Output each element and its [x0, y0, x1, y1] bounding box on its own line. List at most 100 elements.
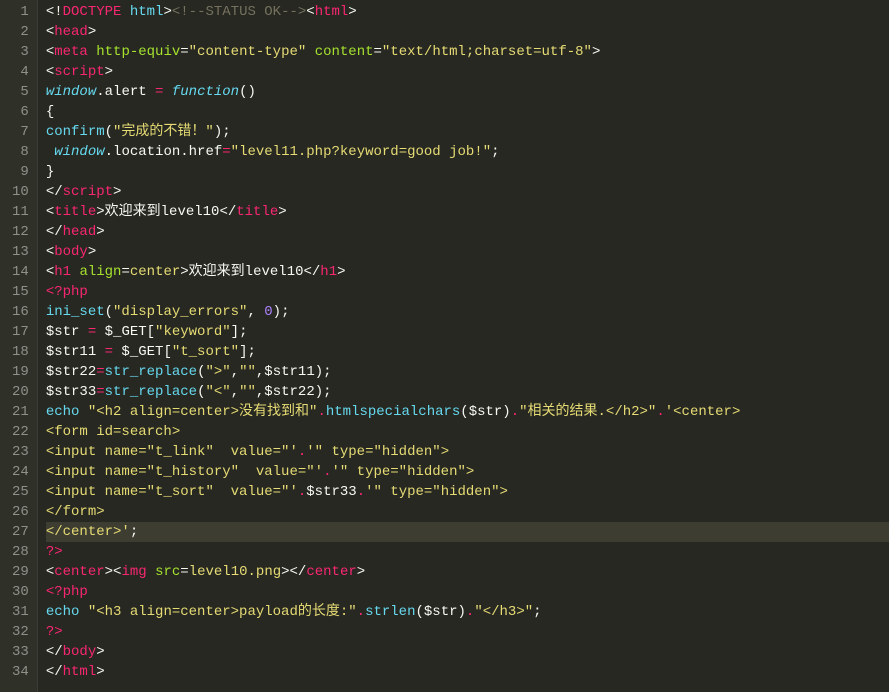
line-number-gutter: 1234567891011121314151617181920212223242…	[0, 0, 38, 692]
code-line[interactable]: ini_set("display_errors", 0);	[46, 302, 889, 322]
token: =	[96, 364, 104, 380]
token: '" type="hidden">	[306, 444, 449, 460]
token: ,	[231, 384, 239, 400]
code-line[interactable]: </script>	[46, 182, 889, 202]
token: <	[46, 204, 54, 220]
token: <!	[46, 4, 63, 20]
code-line[interactable]: </head>	[46, 222, 889, 242]
code-line[interactable]: <input name="t_history" value="'.'" type…	[46, 462, 889, 482]
token: confirm	[46, 124, 105, 140]
code-line[interactable]: $str = $_GET["keyword"];	[46, 322, 889, 342]
code-line[interactable]: $str33=str_replace("<","",$str22);	[46, 382, 889, 402]
token: strlen	[365, 604, 415, 620]
code-line[interactable]: <script>	[46, 62, 889, 82]
code-line[interactable]: confirm("完成的不错！");	[46, 122, 889, 142]
token: str_replace	[105, 364, 197, 380]
line-number: 7	[12, 122, 29, 142]
code-line[interactable]: window.alert = function()	[46, 82, 889, 102]
code-line[interactable]: <!DOCTYPE html><!--STATUS OK--><html>	[46, 2, 889, 22]
token	[147, 564, 155, 580]
token: str_replace	[105, 384, 197, 400]
token: center	[130, 264, 180, 280]
code-line[interactable]: </form>	[46, 502, 889, 522]
code-line[interactable]: <?php	[46, 282, 889, 302]
token: .	[317, 404, 325, 420]
code-line[interactable]: window.location.href="level11.php?keywor…	[46, 142, 889, 162]
token: meta	[54, 44, 88, 60]
line-number: 29	[12, 562, 29, 582]
code-line[interactable]: $str11 = $_GET["t_sort"];	[46, 342, 889, 362]
code-line[interactable]: <title>欢迎来到level10</title>	[46, 202, 889, 222]
code-line[interactable]: ?>	[46, 542, 889, 562]
token: >欢迎来到level10</	[96, 204, 236, 220]
code-line[interactable]: ?>	[46, 622, 889, 642]
line-number: 26	[12, 502, 29, 522]
line-number: 28	[12, 542, 29, 562]
code-line[interactable]: <meta http-equiv="content-type" content=…	[46, 42, 889, 62]
token: "相关的结果.</h2>"	[519, 404, 656, 420]
token: echo	[46, 604, 80, 620]
token: ()	[239, 84, 256, 100]
code-line[interactable]: <input name="t_sort" value="'.$str33.'" …	[46, 482, 889, 502]
code-line[interactable]: {	[46, 102, 889, 122]
line-number: 27	[12, 522, 29, 542]
token	[79, 604, 87, 620]
line-number: 15	[12, 282, 29, 302]
code-editor[interactable]: 1234567891011121314151617181920212223242…	[0, 0, 889, 692]
code-line[interactable]: <body>	[46, 242, 889, 262]
code-line[interactable]: echo "<h2 align=center>没有找到和".htmlspecia…	[46, 402, 889, 422]
token: =	[180, 44, 188, 60]
token: ,$str11);	[256, 364, 332, 380]
code-area[interactable]: <!DOCTYPE html><!--STATUS OK--><html><he…	[38, 0, 889, 692]
token: </	[46, 664, 63, 680]
token: <	[46, 264, 54, 280]
token: ></	[281, 564, 306, 580]
token: </	[46, 184, 63, 200]
line-number: 5	[12, 82, 29, 102]
token: >	[96, 664, 104, 680]
token: <	[46, 244, 54, 260]
token: .	[656, 404, 664, 420]
token: title	[236, 204, 278, 220]
token: ">"	[205, 364, 230, 380]
code-line[interactable]: <input name="t_link" value="'.'" type="h…	[46, 442, 889, 462]
line-number: 3	[12, 42, 29, 62]
token: .alert	[96, 84, 155, 100]
token: <form id=search>	[46, 424, 180, 440]
code-line[interactable]: <?php	[46, 582, 889, 602]
token: $str22	[46, 364, 96, 380]
token: ];	[231, 324, 248, 340]
code-line[interactable]: }	[46, 162, 889, 182]
token: >	[96, 644, 104, 660]
token: .location.href	[105, 144, 223, 160]
code-line[interactable]: </html>	[46, 662, 889, 682]
line-number: 31	[12, 602, 29, 622]
code-line[interactable]: <h1 align=center>欢迎来到level10</h1>	[46, 262, 889, 282]
token: $_GET[	[96, 324, 155, 340]
token: ?>	[46, 624, 63, 640]
line-number: 16	[12, 302, 29, 322]
code-line[interactable]: echo "<h3 align=center>payload的长度:".strl…	[46, 602, 889, 622]
token: >	[337, 264, 345, 280]
token: center	[306, 564, 356, 580]
line-number: 17	[12, 322, 29, 342]
code-line[interactable]: <form id=search>	[46, 422, 889, 442]
token: <input name="t_sort" value="'	[46, 484, 298, 500]
token: >	[357, 564, 365, 580]
code-line[interactable]: <center><img src=level10.png></center>	[46, 562, 889, 582]
line-number: 10	[12, 182, 29, 202]
token: 0	[264, 304, 272, 320]
code-line[interactable]: $str22=str_replace(">","",$str11);	[46, 362, 889, 382]
code-line[interactable]: </center>';	[46, 522, 889, 542]
code-line[interactable]: <head>	[46, 22, 889, 42]
line-number: 9	[12, 162, 29, 182]
token: window	[54, 144, 104, 160]
token: "完成的不错！"	[113, 124, 214, 140]
token: <!--STATUS OK-->	[172, 4, 306, 20]
code-line[interactable]: </body>	[46, 642, 889, 662]
token: content	[315, 44, 374, 60]
line-number: 32	[12, 622, 29, 642]
token: center	[54, 564, 104, 580]
token: >	[96, 224, 104, 240]
token: align	[79, 264, 121, 280]
